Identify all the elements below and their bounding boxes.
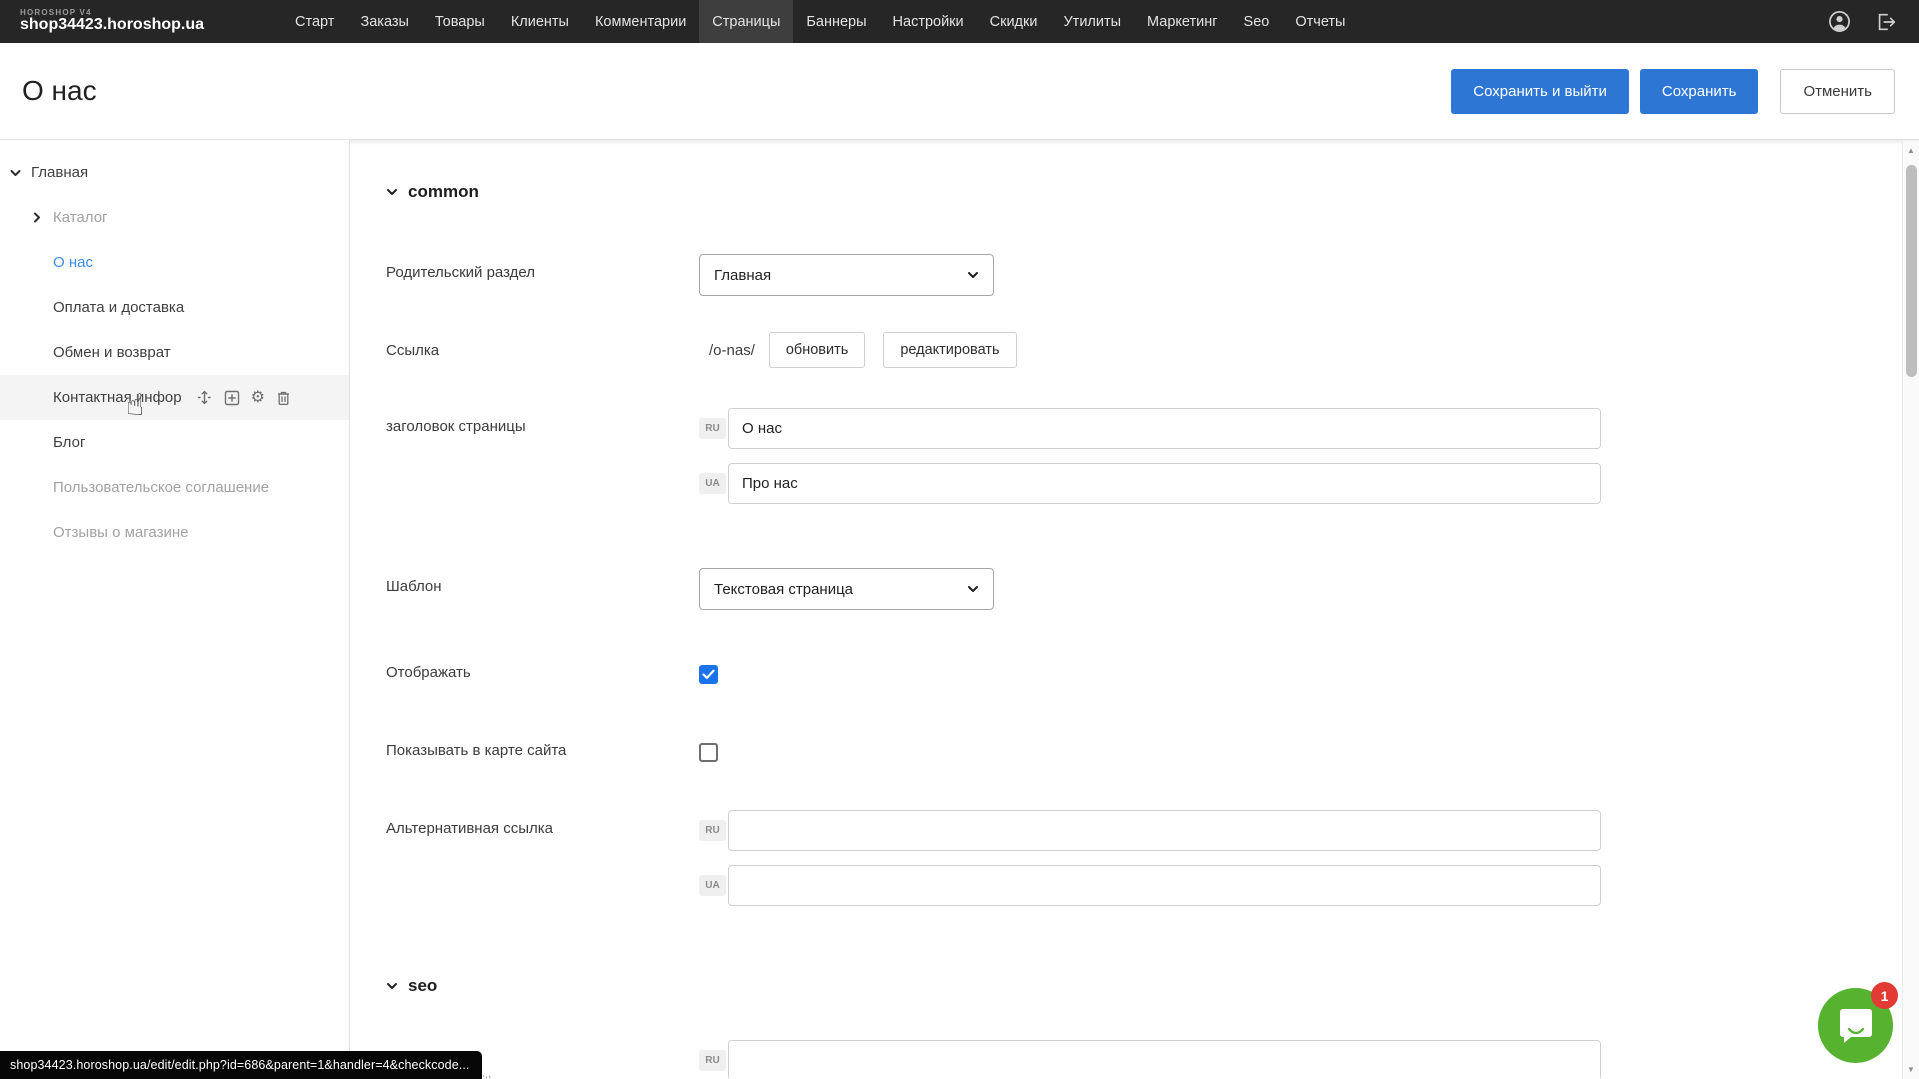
page-title-ru-input[interactable] — [728, 408, 1601, 449]
sidebar-item-polzovatelskoe-soglashenie[interactable]: Пользовательское соглашение — [0, 465, 349, 510]
top-bar: HOROSHOP V4 shop34423.horoshop.ua Старт … — [0, 0, 1919, 43]
section-common-header[interactable]: common — [386, 182, 1919, 202]
add-icon[interactable] — [224, 390, 240, 406]
sidebar-item-label: Обмен и возврат — [53, 344, 171, 361]
nav-utilities[interactable]: Утилиты — [1050, 0, 1134, 43]
page-title-ua-input[interactable] — [728, 463, 1601, 504]
section-common-label: common — [408, 182, 479, 202]
sidebar-item-label: Контактная инфор — [53, 389, 182, 406]
nav-pages[interactable]: Страницы — [699, 0, 793, 43]
sidebar-item-otzyvy-o-magazine[interactable]: Отзывы о магазине — [0, 510, 349, 555]
nav-reports[interactable]: Отчеты — [1282, 0, 1358, 43]
pages-tree-sidebar: Главная Каталог О нас Оплата и доставка … — [0, 140, 350, 1078]
chevron-down-icon[interactable] — [8, 169, 22, 177]
nav-marketing[interactable]: Маркетинг — [1134, 0, 1231, 43]
logo[interactable]: HOROSHOP V4 shop34423.horoshop.ua — [20, 9, 204, 34]
link-label: Ссылка — [386, 342, 699, 359]
lang-badge-ua: UA — [699, 875, 726, 896]
section-seo-header[interactable]: seo — [386, 976, 1919, 996]
page-edit-form: common Родительский раздел Главная Ссылк… — [350, 140, 1919, 1078]
display-label: Отображать — [386, 654, 699, 684]
link-edit-button[interactable]: редактировать — [883, 332, 1016, 368]
chevron-right-icon[interactable] — [30, 212, 44, 223]
sidebar-item-kontaktnaya-infor[interactable]: Контактная инфор ⚙ — [0, 375, 349, 420]
scrollbar-thumb[interactable] — [1906, 165, 1917, 377]
nav-start[interactable]: Старт — [282, 0, 347, 43]
link-update-button[interactable]: обновить — [769, 332, 865, 368]
template-select[interactable]: Текстовая страница — [699, 568, 994, 610]
nav-orders[interactable]: Заказы — [347, 0, 421, 43]
display-checkbox[interactable] — [699, 665, 718, 684]
page-title: О нас — [22, 75, 97, 107]
sidebar-item-label: Блог — [53, 434, 85, 451]
account-icon[interactable] — [1828, 10, 1851, 33]
save-and-exit-button[interactable]: Сохранить и выйти — [1451, 69, 1629, 114]
sidebar-item-glavnaya[interactable]: Главная — [0, 150, 349, 195]
nav-comments[interactable]: Комментарии — [582, 0, 699, 43]
sidebar-item-obmen-i-vozvrat[interactable]: Обмен и возврат — [0, 330, 349, 375]
save-button[interactable]: Сохранить — [1640, 69, 1759, 114]
nav-clients[interactable]: Клиенты — [498, 0, 582, 43]
lang-badge-ru: RU — [699, 418, 726, 439]
trash-icon[interactable] — [276, 390, 291, 406]
html-title-ru-input[interactable] — [728, 1040, 1601, 1078]
template-label: Шаблон — [386, 568, 699, 610]
link-path-value: /o-nas/ — [709, 342, 755, 359]
alt-link-ua-input[interactable] — [728, 865, 1601, 906]
logout-icon[interactable] — [1875, 11, 1897, 33]
lang-badge-ru: RU — [699, 820, 726, 841]
sidebar-item-label: Оплата и доставка — [53, 299, 184, 316]
sidebar-item-label: Отзывы о магазине — [53, 524, 188, 541]
sidebar-item-label: Пользовательское соглашение — [53, 479, 269, 496]
nav-products[interactable]: Товары — [422, 0, 498, 43]
section-seo-label: seo — [408, 976, 437, 996]
sidebar-item-blog[interactable]: Блог — [0, 420, 349, 465]
sitemap-label: Показывать в карте сайта — [386, 732, 699, 762]
chat-bubble-icon — [1837, 1007, 1875, 1045]
cancel-button[interactable]: Отменить — [1780, 69, 1895, 114]
move-icon[interactable] — [196, 389, 213, 406]
chevron-down-icon — [386, 982, 398, 990]
top-nav: Старт Заказы Товары Клиенты Комментарии … — [282, 0, 1358, 43]
chevron-down-icon — [967, 271, 979, 279]
parent-section-select[interactable]: Главная — [699, 254, 994, 296]
nav-seo[interactable]: Seo — [1231, 0, 1283, 43]
status-url-tooltip: shop34423.horoshop.ua/edit/edit.php?id=6… — [0, 1051, 482, 1079]
template-value: Текстовая страница — [714, 581, 853, 598]
lang-badge-ru: RU — [699, 1050, 726, 1071]
vertical-scrollbar[interactable]: ▲ ▼ — [1902, 141, 1919, 1079]
sidebar-item-katalog[interactable]: Каталог — [0, 195, 349, 240]
lang-badge-ua: UA — [699, 473, 726, 494]
sidebar-item-label: О нас — [53, 254, 93, 271]
sidebar-item-label: Главная — [31, 164, 88, 181]
sitemap-checkbox[interactable] — [699, 743, 718, 762]
scroll-down-arrow[interactable]: ▼ — [1903, 1065, 1919, 1074]
nav-discounts[interactable]: Скидки — [977, 0, 1051, 43]
logo-domain: shop34423.horoshop.ua — [20, 17, 204, 34]
parent-section-value: Главная — [714, 267, 771, 284]
page-title-field-label: заголовок страницы — [386, 408, 699, 518]
alt-link-ru-input[interactable] — [728, 810, 1601, 851]
gear-icon[interactable]: ⚙ — [251, 390, 265, 406]
scroll-up-arrow[interactable]: ▲ — [1903, 146, 1919, 155]
parent-section-label: Родительский раздел — [386, 254, 699, 296]
nav-settings[interactable]: Настройки — [880, 0, 977, 43]
chat-widget-button[interactable]: 1 — [1818, 988, 1893, 1063]
chevron-down-icon — [386, 188, 398, 196]
chat-unread-badge: 1 — [1871, 982, 1898, 1009]
chevron-down-icon — [967, 585, 979, 593]
sidebar-item-label: Каталог — [53, 209, 108, 226]
alt-link-label: Альтернативная ссылка — [386, 810, 699, 920]
sidebar-item-o-nas[interactable]: О нас — [0, 240, 349, 285]
page-header: О нас Сохранить и выйти Сохранить Отмени… — [0, 43, 1919, 140]
sidebar-item-oplata-i-dostavka[interactable]: Оплата и доставка — [0, 285, 349, 330]
nav-banners[interactable]: Баннеры — [793, 0, 879, 43]
